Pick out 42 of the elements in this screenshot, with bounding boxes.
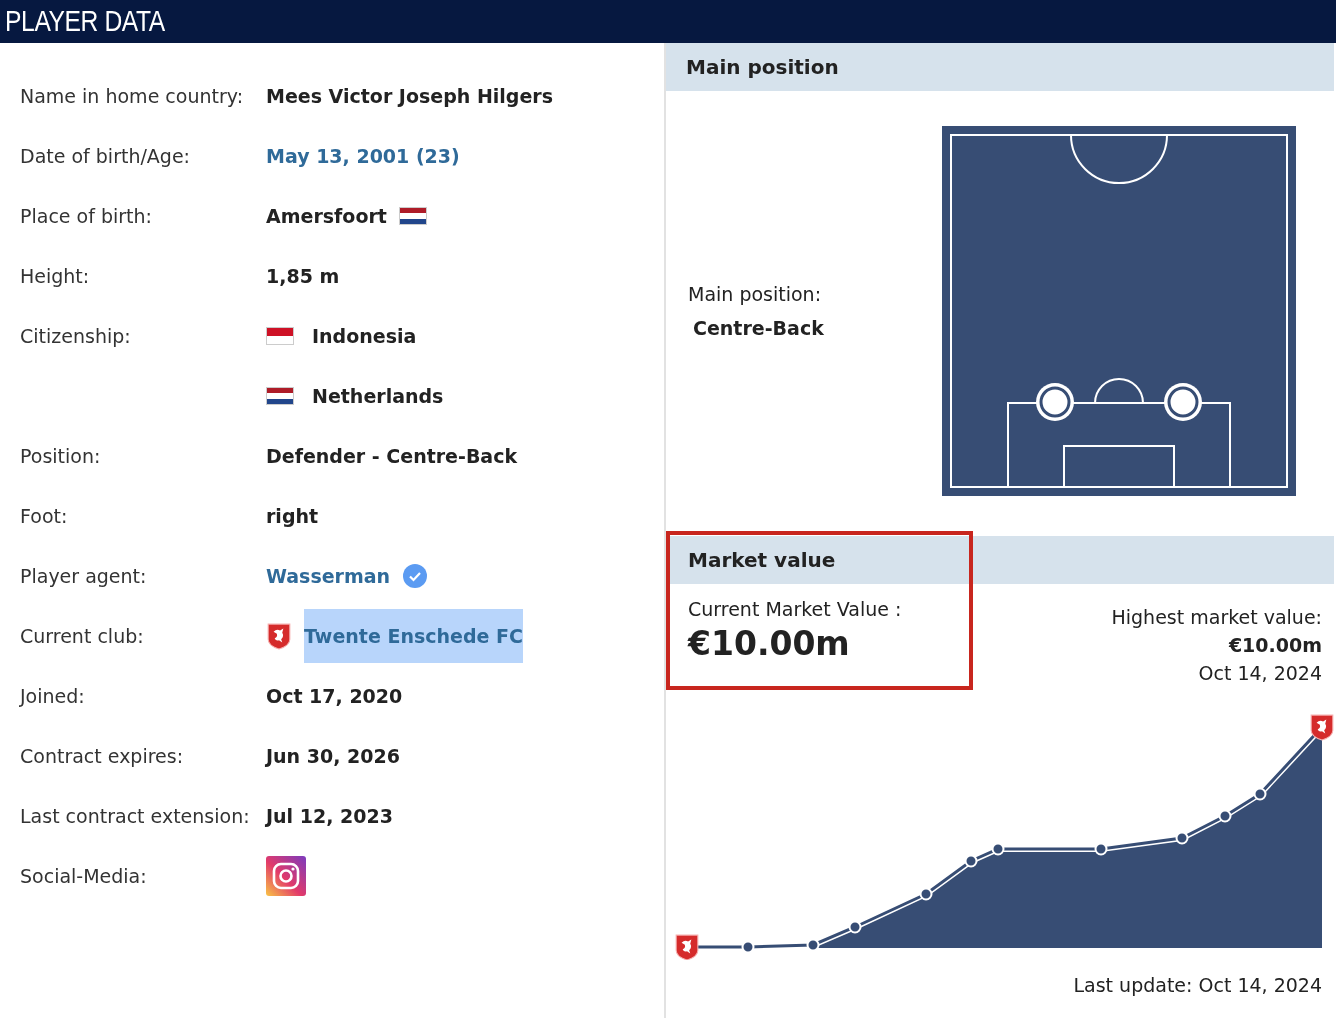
field-value: Oct 17, 2020 — [266, 685, 403, 707]
club-link[interactable]: Twente Enschede FC — [304, 609, 523, 663]
club-crest-icon — [1311, 715, 1333, 740]
data-points[interactable] — [741, 787, 1267, 954]
field-value: Amersfoort — [266, 205, 387, 227]
field-link[interactable]: May 13, 2001 (23) — [266, 145, 460, 167]
club-crest-icon — [266, 621, 292, 651]
section-header: Main position — [666, 43, 1334, 91]
highest-value-date: Oct 14, 2024 — [1198, 662, 1322, 684]
last-update-text: Last update: Oct 14, 2024 — [1073, 974, 1322, 996]
field-label: Social-Media: — [19, 864, 148, 889]
field-label: Date of birth/Age: — [19, 144, 191, 169]
field-label: Last contract extension: — [19, 804, 251, 829]
field-label: Joined: — [18, 684, 86, 709]
field-value: Indonesia — [312, 325, 417, 347]
highest-value-label: Highest market value: — [1111, 606, 1322, 628]
position-label: Main position: — [688, 283, 823, 305]
position-value: Centre-Back — [692, 317, 825, 339]
field-label: Place of birth: — [19, 204, 153, 229]
field-label: Foot: — [19, 504, 69, 529]
field-label: Current club: — [19, 624, 145, 649]
field-value: Defender - Centre-Back — [266, 445, 518, 467]
field-label: Height: — [19, 264, 91, 289]
field-value: 1,85 m — [266, 265, 340, 287]
field-label: Position: — [19, 444, 102, 469]
field-value: Netherlands — [312, 385, 444, 407]
highest-market-value: €10.00m — [1228, 634, 1322, 656]
field-label: Contract expires: — [19, 744, 185, 769]
instagram-icon[interactable] — [266, 856, 306, 896]
field-label: Name in home country: — [19, 84, 245, 109]
section-title: PLAYER DATA — [4, 4, 165, 39]
field-label: Citizenship: — [19, 324, 132, 349]
field-value: Mees Victor Joseph Hilgers — [266, 85, 554, 107]
field-value: Jun 30, 2026 — [266, 745, 400, 767]
field-value: Jul 12, 2023 — [266, 805, 393, 827]
field-label: Player agent: — [19, 564, 148, 589]
field-value: right — [266, 505, 319, 527]
section-header: Market value — [687, 547, 837, 574]
club-crest-icon — [676, 935, 698, 960]
current-market-value: €10.00m — [688, 624, 851, 663]
current-value-label: Current Market Value : — [688, 598, 903, 620]
agent-link[interactable]: Wasserman — [266, 565, 391, 587]
